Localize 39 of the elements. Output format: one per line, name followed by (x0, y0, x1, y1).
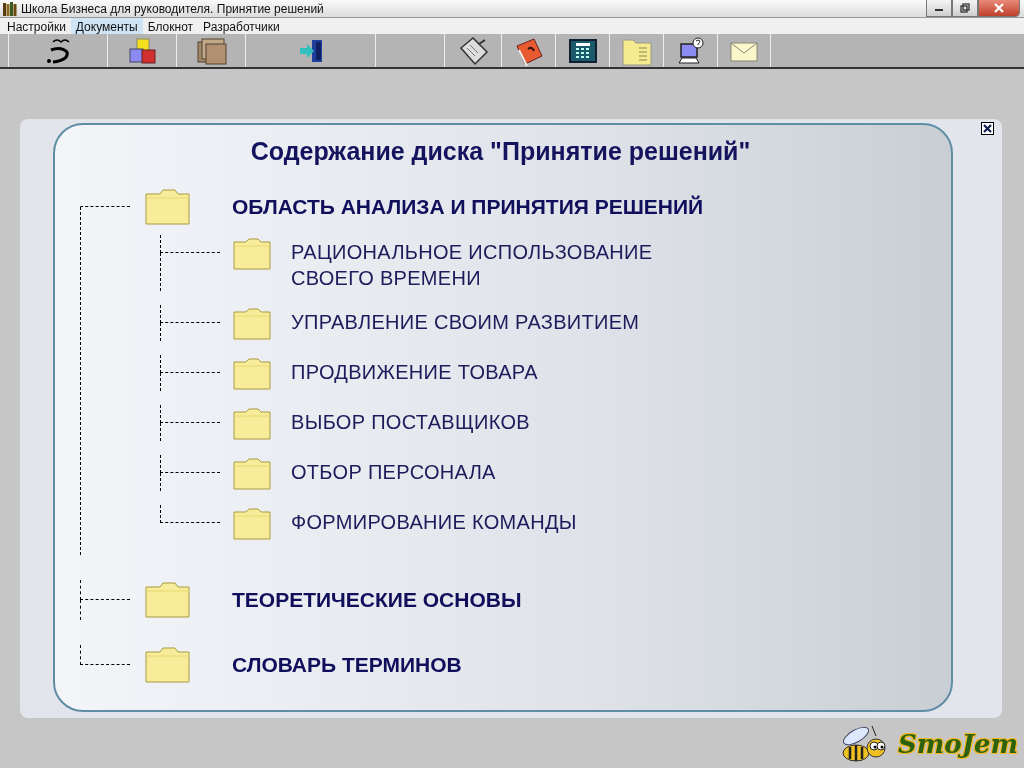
folder-icon[interactable] (233, 237, 271, 270)
restore-icon (960, 3, 970, 13)
close-icon (993, 3, 1005, 13)
topic-link[interactable]: ВЫБОР ПОСТАВЩИКОВ (291, 405, 530, 435)
minimize-button[interactable] (926, 0, 952, 17)
menu-item[interactable]: Блокнот (142, 18, 199, 34)
topic-link[interactable]: ФОРМИРОВАНИЕ КОМАНДЫ (291, 505, 577, 535)
folder-icon[interactable] (233, 507, 271, 540)
menu-item[interactable]: Документы (70, 18, 143, 34)
folders-icon (195, 35, 227, 66)
close-button[interactable] (981, 122, 994, 135)
folder-icon[interactable] (145, 581, 191, 619)
calculator-icon (567, 36, 598, 65)
section-link[interactable]: ОБЛАСТЬ АНАЛИЗА И ПРИНЯТИЯ РЕШЕНИЙ (232, 195, 704, 219)
folder-icon[interactable] (233, 357, 271, 390)
tree-connector (160, 505, 220, 523)
books-icon (3, 1, 17, 16)
contents-heading: Содержание диска "Принятие решений" (250, 137, 751, 166)
restore-button[interactable] (952, 0, 978, 17)
topic-link[interactable]: ПРОДВИЖЕНИЕ ТОВАРА (291, 355, 538, 385)
folder-icon[interactable] (233, 457, 271, 490)
menu-item[interactable]: Разработчики (198, 18, 285, 34)
section-link[interactable]: ТЕОРЕТИЧЕСКИЕ ОСНОВЫ (232, 588, 522, 612)
folder-icon[interactable] (145, 188, 191, 226)
topic-link[interactable]: УПРАВЛЕНИЕ СВОИМ РАЗВИТИЕМ (291, 305, 640, 335)
folder-icon[interactable] (145, 646, 191, 684)
close-icon (983, 124, 992, 133)
folder-icon[interactable] (233, 407, 271, 440)
menu-item[interactable]: Настройки (2, 18, 71, 34)
cubes-icon (127, 36, 157, 65)
topic-link[interactable]: ОТБОР ПЕРСОНАЛА (291, 455, 496, 485)
section-link[interactable]: СЛОВАРЬ ТЕРМИНОВ (232, 653, 462, 677)
window-title: Школа Бизнеса для руководителя. Принятие решений (21, 1, 324, 16)
computer-help-icon (675, 35, 706, 66)
topic-link[interactable]: РАЦИОНАЛЬНОЕ ИСПОЛЬЗОВАНИЕ СВОЕГО ВРЕМЕНИ (291, 235, 731, 291)
book-icon (513, 35, 544, 66)
folder-icon[interactable] (233, 307, 271, 340)
tree-connector (80, 645, 130, 665)
logo-text: SmoJem (898, 729, 1018, 759)
